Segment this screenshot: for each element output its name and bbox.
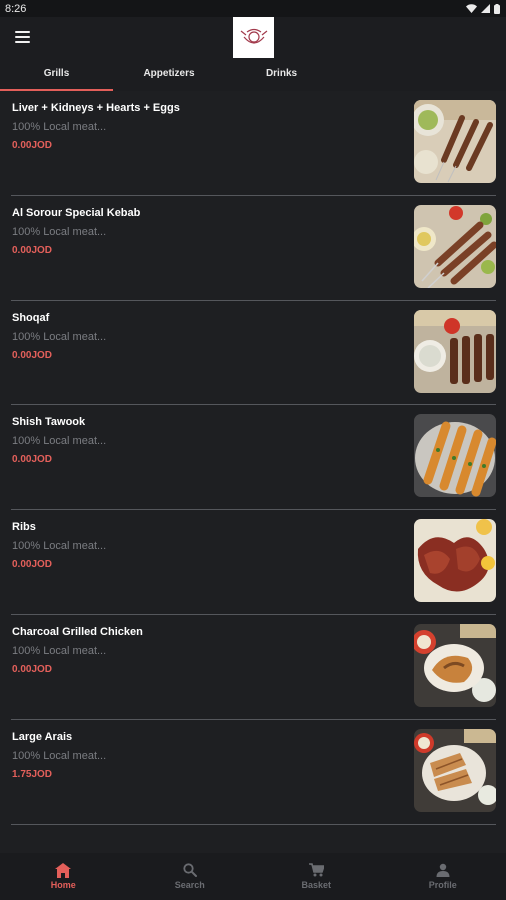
category-tabs: Grills Appetizers Drinks — [0, 61, 506, 91]
item-name: Ribs — [12, 521, 36, 534]
item-price: 1.75JOD — [12, 768, 53, 780]
item-price: 0.00JOD — [12, 663, 53, 675]
tab-drinks[interactable]: Drinks — [225, 61, 338, 91]
item-image — [414, 623, 496, 707]
nav-search-label: Search — [174, 880, 205, 890]
menu-item[interactable]: Large Arais 100% Local meat... 1.75JOD — [0, 720, 506, 825]
nav-profile-label: Profile — [428, 880, 457, 890]
menu-item[interactable]: Shish Tawook 100% Local meat... 0.00JOD — [0, 405, 506, 511]
tab-appetizers[interactable]: Appetizers — [113, 61, 225, 91]
item-name: Charcoal Grilled Chicken — [12, 625, 143, 638]
battery-icon — [494, 3, 500, 14]
menu-item[interactable]: Charcoal Grilled Chicken 100% Local meat… — [0, 615, 506, 720]
menu-item[interactable]: Shoqaf 100% Local meat... 0.00JOD — [0, 301, 506, 406]
item-image — [414, 728, 496, 812]
nav-search[interactable]: Search — [127, 853, 254, 900]
item-image — [414, 100, 496, 183]
menu-item-list: Liver + Kidneys + Hearts + Eggs 100% Loc… — [0, 91, 506, 825]
item-price: 0.00JOD — [12, 349, 53, 361]
item-name: Shish Tawook — [12, 416, 86, 429]
signal-icon — [481, 4, 490, 13]
nav-basket-label: Basket — [301, 880, 332, 890]
menu-icon — [15, 31, 30, 33]
logo-icon — [240, 28, 267, 44]
item-description: 100% Local meat... — [12, 540, 107, 553]
item-image — [414, 204, 496, 288]
item-description: 100% Local meat... — [12, 435, 107, 448]
item-name: Large Arais — [12, 730, 73, 743]
item-price: 0.00JOD — [12, 559, 53, 571]
item-description: 100% Local meat... — [12, 749, 107, 762]
item-image — [414, 309, 496, 393]
divider — [11, 823, 496, 825]
status-bar: 8:26 — [0, 0, 506, 17]
nav-basket[interactable]: Basket — [253, 853, 380, 900]
search-icon — [183, 863, 197, 877]
menu-item[interactable]: Liver + Kidneys + Hearts + Eggs 100% Loc… — [0, 91, 506, 196]
home-icon — [55, 862, 72, 878]
bottom-navigation: Home Search Basket Profile — [0, 853, 506, 900]
cart-icon — [308, 863, 324, 877]
menu-item[interactable]: Al Sorour Special Kebab 100% Local meat.… — [0, 196, 506, 301]
item-description: 100% Local meat... — [12, 225, 107, 238]
item-name: Shoqaf — [12, 311, 50, 324]
item-name: Liver + Kidneys + Hearts + Eggs — [12, 102, 180, 114]
wifi-icon — [466, 4, 477, 13]
item-image — [414, 414, 496, 498]
nav-home-label: Home — [50, 880, 76, 890]
item-description: 100% Local meat... — [12, 121, 107, 133]
tab-grills[interactable]: Grills — [0, 61, 113, 91]
nav-profile[interactable]: Profile — [380, 853, 506, 900]
item-description: 100% Local meat... — [12, 644, 107, 657]
item-name: Al Sorour Special Kebab — [12, 206, 141, 219]
item-image — [414, 519, 496, 603]
item-price: 0.00JOD — [12, 140, 53, 151]
item-description: 100% Local meat... — [12, 330, 107, 343]
menu-button[interactable] — [15, 31, 30, 43]
nav-home[interactable]: Home — [0, 853, 127, 900]
status-icons — [466, 3, 500, 14]
menu-item[interactable]: Ribs 100% Local meat... 0.00JOD — [0, 510, 506, 615]
restaurant-logo — [233, 17, 274, 58]
item-price: 0.00JOD — [12, 454, 53, 466]
item-price: 0.00JOD — [12, 244, 53, 256]
app-bar — [0, 17, 506, 61]
person-icon — [436, 863, 450, 877]
status-time: 8:26 — [5, 2, 27, 15]
